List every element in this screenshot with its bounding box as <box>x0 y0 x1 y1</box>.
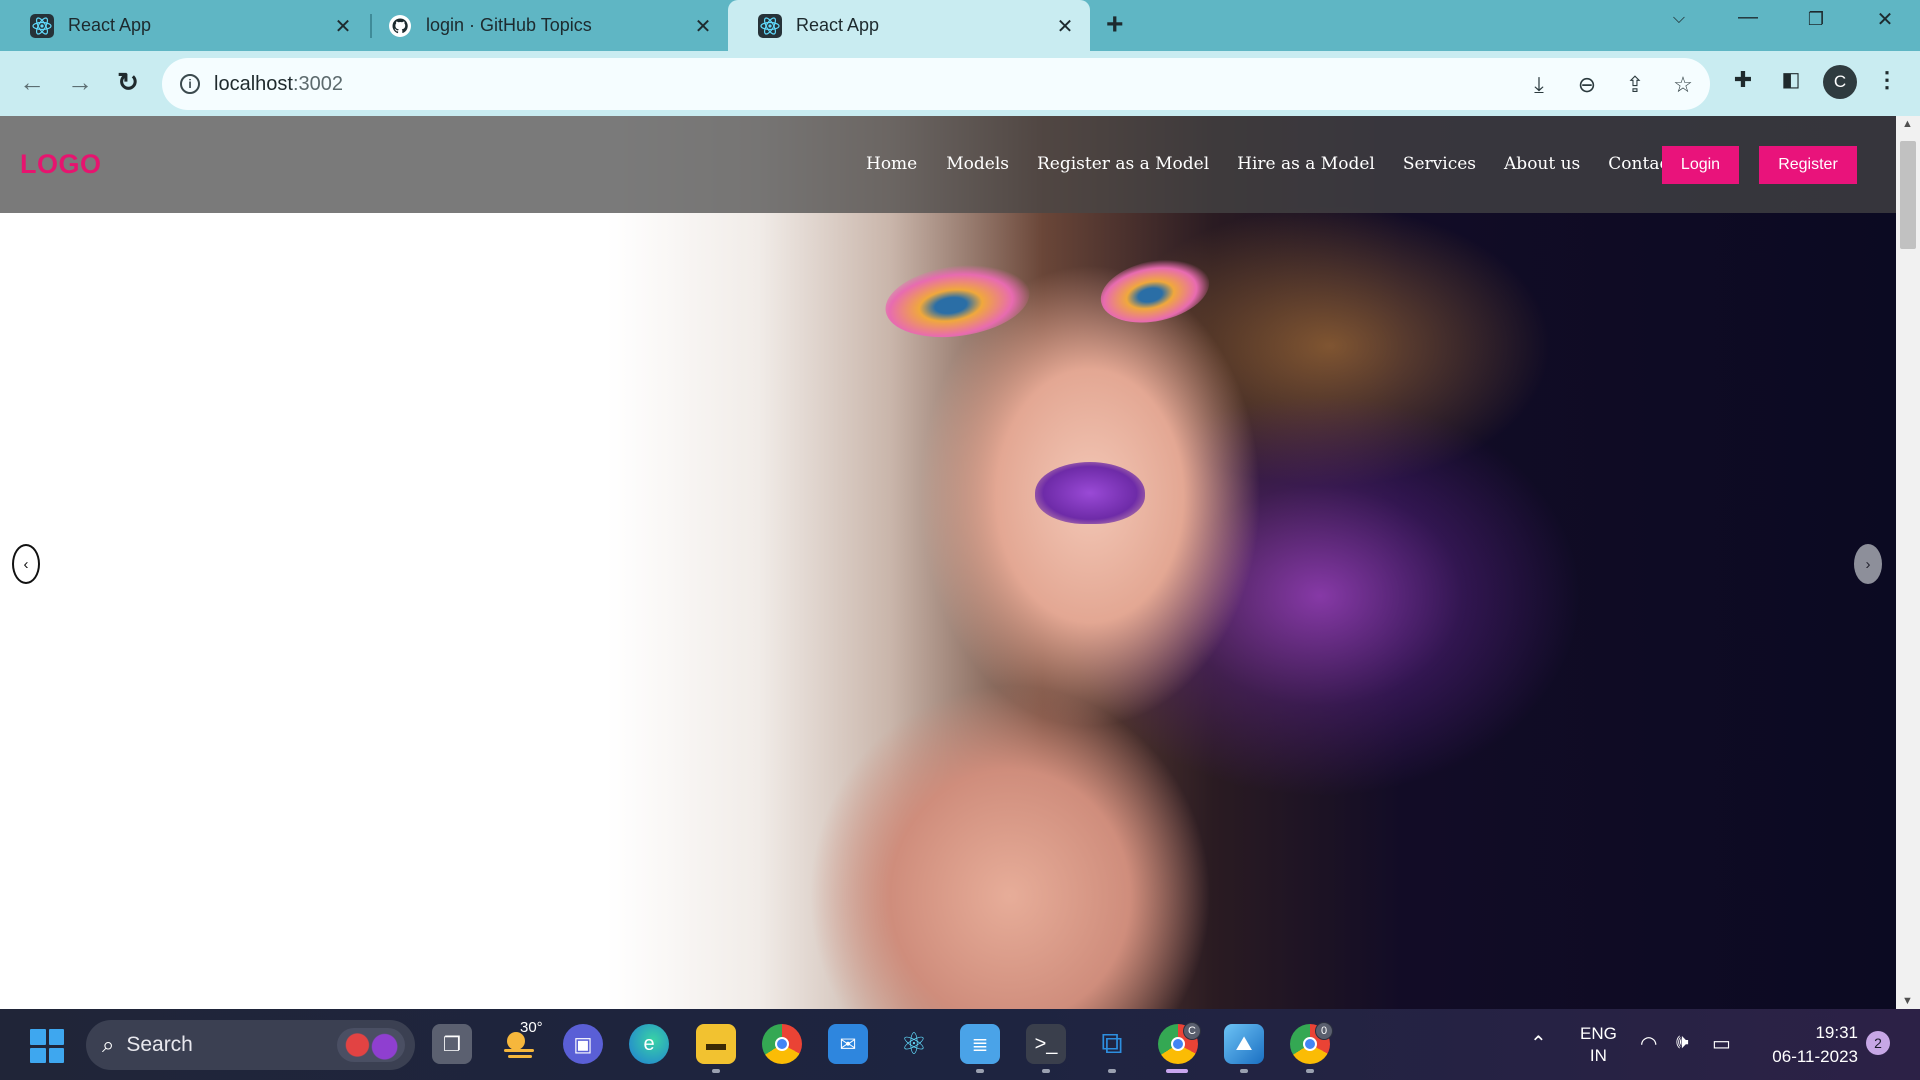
weather-widget[interactable]: 30° <box>500 1019 544 1067</box>
new-tab-icon[interactable]: + <box>1106 8 1124 42</box>
minimize-icon[interactable]: — <box>1733 6 1763 29</box>
chrome-profile-badge: C <box>1183 1022 1201 1040</box>
react-devtools-icon[interactable]: ⚛ <box>894 1024 934 1064</box>
language-region: IN <box>1589 1046 1607 1065</box>
notepad-icon[interactable]: ≣ <box>960 1024 1000 1064</box>
page-scrollbar[interactable]: ▲ ▼ <box>1896 116 1920 1009</box>
language-code: ENG <box>1580 1024 1617 1043</box>
nav-about[interactable]: About us <box>1504 154 1580 174</box>
weather-temp: 30° <box>520 1019 543 1036</box>
search-icon: ⌕ <box>102 1032 115 1057</box>
nav-hire-model[interactable]: Hire as a Model <box>1237 154 1375 174</box>
bookmark-star-icon[interactable]: ☆ <box>1669 72 1697 98</box>
page-viewport: LOGO Home Models Register as a Model Hir… <box>0 116 1896 1009</box>
close-icon[interactable]: ✕ <box>332 14 354 39</box>
install-app-icon[interactable]: ⤓ <box>1525 72 1553 98</box>
running-indicator <box>1042 1069 1050 1073</box>
hero-image <box>0 116 1896 1009</box>
tab-search-chevron-icon[interactable]: ⌵ <box>1664 10 1694 28</box>
menu-kebab-icon[interactable]: ⋮ <box>1872 67 1902 93</box>
search-label: Search <box>126 1033 193 1056</box>
close-icon[interactable]: ✕ <box>1054 14 1076 39</box>
window-close-icon[interactable]: ✕ <box>1870 7 1900 32</box>
notification-badge[interactable]: 2 <box>1866 1031 1890 1055</box>
zoom-icon[interactable]: ⊖ <box>1573 72 1601 98</box>
running-indicator <box>1108 1069 1116 1073</box>
language-indicator[interactable]: ENG IN <box>1580 1023 1617 1067</box>
tab-strip: React App ✕ login · GitHub Topics ✕ Reac… <box>0 0 1920 51</box>
chrome-profile-badge: 0 <box>1315 1022 1333 1040</box>
close-icon[interactable]: ✕ <box>692 14 714 39</box>
clock-date: 06-11-2023 <box>1772 1047 1858 1066</box>
running-indicator <box>976 1069 984 1073</box>
register-button[interactable]: Register <box>1759 146 1857 184</box>
carousel-next-button[interactable]: › <box>1854 544 1882 584</box>
tab-react-app-1[interactable]: React App ✕ <box>0 0 368 51</box>
tab-title: login · GitHub Topics <box>426 15 592 35</box>
react-icon <box>758 13 782 38</box>
forward-icon[interactable]: → <box>62 67 98 98</box>
task-view-icon[interactable]: ❐ <box>432 1024 472 1064</box>
vscode-icon[interactable]: ⧉ <box>1092 1024 1132 1064</box>
mail-icon[interactable]: ✉ <box>828 1024 868 1064</box>
scroll-down-icon[interactable]: ▼ <box>1902 995 1913 1007</box>
clock-time: 19:31 <box>1815 1023 1858 1042</box>
terminal-icon[interactable]: >_ <box>1026 1024 1066 1064</box>
photos-icon[interactable]: ⛰ <box>1224 1024 1264 1064</box>
url-text: localhost:3002 <box>214 72 343 95</box>
profile-avatar[interactable]: C <box>1823 65 1857 99</box>
windows-start-icon[interactable] <box>30 1029 64 1063</box>
github-icon <box>388 14 412 38</box>
volume-icon[interactable]: 🕪 <box>1676 1031 1689 1054</box>
nav-home[interactable]: Home <box>866 154 917 174</box>
back-icon[interactable]: ← <box>14 67 50 98</box>
react-icon <box>30 13 54 38</box>
running-indicator <box>1306 1069 1314 1073</box>
tab-react-app-active[interactable]: React App ✕ <box>728 0 1090 51</box>
active-indicator <box>1166 1069 1188 1073</box>
battery-icon[interactable]: ▭ <box>1712 1031 1731 1056</box>
taskbar-search[interactable]: ⌕ Search <box>86 1020 415 1070</box>
nav-register-model[interactable]: Register as a Model <box>1037 154 1209 174</box>
chrome-icon[interactable] <box>762 1024 802 1064</box>
tab-title: React App <box>796 15 880 35</box>
browser-toolbar: ← → ↻ i localhost:3002 ⤓ ⊖ ⇪ ☆ ✚ ◧ C ⋮ <box>0 51 1920 116</box>
restore-icon[interactable]: ❐ <box>1801 9 1831 30</box>
running-indicator <box>712 1069 720 1073</box>
hero-eye-right <box>1094 250 1216 332</box>
site-navbar: LOGO Home Models Register as a Model Hir… <box>0 116 1896 213</box>
reload-icon[interactable]: ↻ <box>110 67 146 98</box>
file-explorer-icon[interactable]: ▬ <box>696 1024 736 1064</box>
carousel-prev-button[interactable]: ‹ <box>12 544 40 584</box>
address-bar[interactable]: i localhost:3002 ⤓ ⊖ ⇪ ☆ <box>162 58 1710 110</box>
login-button[interactable]: Login <box>1662 146 1739 184</box>
scrollbar-thumb[interactable] <box>1900 141 1916 249</box>
running-indicator <box>1240 1069 1248 1073</box>
share-icon[interactable]: ⇪ <box>1621 72 1649 98</box>
side-panel-icon[interactable]: ◧ <box>1776 67 1806 92</box>
scroll-up-icon[interactable]: ▲ <box>1902 118 1913 130</box>
site-menu: Home Models Register as a Model Hire as … <box>866 154 1729 174</box>
site-info-icon[interactable]: i <box>180 74 200 94</box>
show-hidden-icons-chevron-icon[interactable]: ⌃ <box>1530 1031 1547 1056</box>
tab-github-topics[interactable]: login · GitHub Topics ✕ <box>358 0 728 51</box>
teams-chat-icon[interactable]: ▣ <box>563 1024 603 1064</box>
taskbar: ⌕ Search ❐ 30° ▣ e ▬ ✉ ⚛ ≣ >_ ⧉ C ⛰ 0 ⌃ … <box>0 1009 1920 1080</box>
tab-title: React App <box>68 15 152 35</box>
search-highlight-image <box>337 1028 405 1062</box>
system-clock[interactable]: 19:31 06-11-2023 <box>1758 1021 1858 1069</box>
nav-models[interactable]: Models <box>946 154 1009 174</box>
nav-services[interactable]: Services <box>1403 154 1476 174</box>
extensions-icon[interactable]: ✚ <box>1728 67 1758 93</box>
screen: React App ✕ login · GitHub Topics ✕ Reac… <box>0 0 1920 1080</box>
hero-lips <box>1035 462 1145 524</box>
hero-eye-left <box>880 256 1035 346</box>
edge-icon[interactable]: e <box>629 1024 669 1064</box>
wifi-icon[interactable]: ◠ <box>1640 1031 1657 1056</box>
site-logo[interactable]: LOGO <box>20 149 102 180</box>
